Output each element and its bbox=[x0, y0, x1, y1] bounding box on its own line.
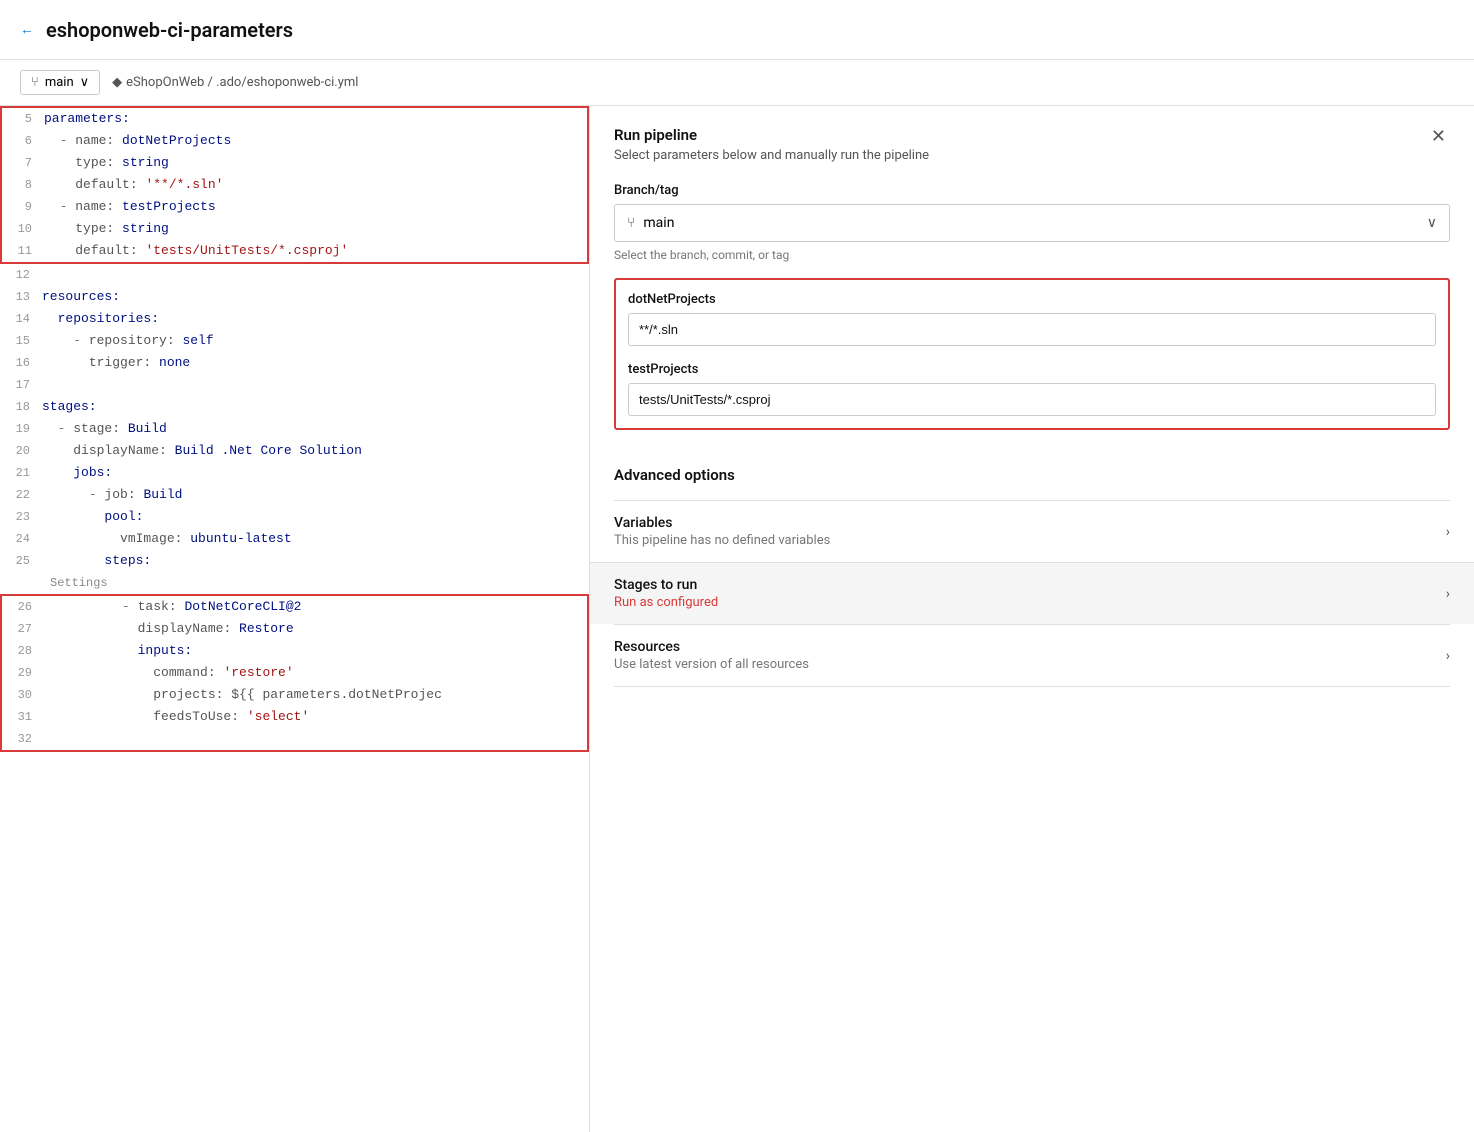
resources-label: Resources bbox=[614, 639, 809, 655]
stages-to-run-label: Stages to run bbox=[614, 577, 718, 593]
code-line: 30 projects: ${{ parameters.dotNetProjec bbox=[2, 684, 587, 706]
stages-to-run-option-row[interactable]: Stages to run Run as configured › bbox=[590, 562, 1474, 624]
main-layout: 5 parameters: 6 - name: dotNetProjects 7… bbox=[0, 106, 1474, 1132]
file-icon: ◆ bbox=[112, 75, 122, 90]
code-line: 26 - task: DotNetCoreCLI@2 bbox=[2, 596, 587, 618]
variables-label: Variables bbox=[614, 515, 830, 531]
variables-option-row[interactable]: Variables This pipeline has no defined v… bbox=[614, 500, 1450, 562]
code-line: 21 jobs: bbox=[0, 462, 589, 484]
branch-selector[interactable]: ⑂ main ∨ bbox=[20, 70, 100, 95]
stages-to-run-chevron-icon: › bbox=[1446, 586, 1450, 602]
code-line: 8 default: '**/*.sln' bbox=[2, 174, 587, 196]
code-pane: 5 parameters: 6 - name: dotNetProjects 7… bbox=[0, 106, 590, 1132]
params-section: dotNetProjects testProjects bbox=[614, 278, 1450, 430]
code-line: 28 inputs: bbox=[2, 640, 587, 662]
panel-title: Run pipeline bbox=[614, 126, 929, 144]
code-line: 11 default: 'tests/UnitTests/*.csproj' bbox=[2, 240, 587, 262]
code-line: 18 stages: bbox=[0, 396, 589, 418]
variables-chevron-icon: › bbox=[1446, 524, 1450, 540]
code-line: 24 vmImage: ubuntu-latest bbox=[0, 528, 589, 550]
branch-dropdown-icon: ⑂ bbox=[627, 215, 635, 231]
back-icon: ← bbox=[20, 21, 34, 38]
advanced-options-title: Advanced options bbox=[614, 466, 1450, 484]
code-line: 19 - stage: Build bbox=[0, 418, 589, 440]
branch-field-label: Branch/tag bbox=[614, 183, 1450, 198]
code-line: 31 feedsToUse: 'select' bbox=[2, 706, 587, 728]
dotnetprojects-input[interactable] bbox=[628, 313, 1436, 346]
inputs-highlight-block: 26 - task: DotNetCoreCLI@2 27 displayNam… bbox=[0, 594, 589, 752]
resources-chevron-icon: › bbox=[1446, 648, 1450, 664]
testprojects-label: testProjects bbox=[628, 362, 1436, 377]
chevron-down-icon: ∨ bbox=[80, 75, 90, 90]
branch-dropdown-value: main bbox=[643, 215, 674, 231]
variables-sublabel: This pipeline has no defined variables bbox=[614, 533, 830, 548]
close-button[interactable]: ✕ bbox=[1427, 126, 1450, 147]
resources-sublabel: Use latest version of all resources bbox=[614, 657, 809, 672]
right-panel: Run pipeline Select parameters below and… bbox=[590, 106, 1474, 1132]
code-line: 22 - job: Build bbox=[0, 484, 589, 506]
file-path: eShopOnWeb / .ado/eshoponweb-ci.yml bbox=[126, 75, 358, 90]
dotnetprojects-label: dotNetProjects bbox=[628, 292, 1436, 307]
code-line: 9 - name: testProjects bbox=[2, 196, 587, 218]
back-button[interactable]: ← bbox=[20, 21, 34, 38]
code-line: 23 pool: bbox=[0, 506, 589, 528]
code-line: 29 command: 'restore' bbox=[2, 662, 587, 684]
stages-to-run-sublabel: Run as configured bbox=[614, 595, 718, 610]
resources-option-row[interactable]: Resources Use latest version of all reso… bbox=[614, 624, 1450, 687]
code-line: 27 displayName: Restore bbox=[2, 618, 587, 640]
testprojects-input[interactable] bbox=[628, 383, 1436, 416]
settings-label: Settings bbox=[0, 572, 589, 594]
code-line: 25 steps: bbox=[0, 550, 589, 572]
code-line: 17 bbox=[0, 374, 589, 396]
page-title: eshoponweb-ci-parameters bbox=[46, 18, 293, 42]
branch-icon: ⑂ bbox=[31, 75, 39, 90]
code-line: 15 - repository: self bbox=[0, 330, 589, 352]
code-line: 20 displayName: Build .Net Core Solution bbox=[0, 440, 589, 462]
code-line: 13 resources: bbox=[0, 286, 589, 308]
chevron-down-icon: ∨ bbox=[1427, 215, 1437, 231]
code-line: 32 bbox=[2, 728, 587, 750]
params-highlight-block: 5 parameters: 6 - name: dotNetProjects 7… bbox=[0, 106, 589, 264]
file-breadcrumb: ◆ eShopOnWeb / .ado/eshoponweb-ci.yml bbox=[112, 75, 358, 90]
code-line: 10 type: string bbox=[2, 218, 587, 240]
panel-subtitle: Select parameters below and manually run… bbox=[614, 148, 929, 163]
code-line: 6 - name: dotNetProjects bbox=[2, 130, 587, 152]
code-line: 7 type: string bbox=[2, 152, 587, 174]
code-line: 14 repositories: bbox=[0, 308, 589, 330]
branch-dropdown[interactable]: ⑂ main ∨ bbox=[614, 204, 1450, 242]
code-line: 12 bbox=[0, 264, 589, 286]
branch-name: main bbox=[45, 75, 74, 90]
code-line: 16 trigger: none bbox=[0, 352, 589, 374]
toolbar: ⑂ main ∨ ◆ eShopOnWeb / .ado/eshoponweb-… bbox=[0, 60, 1474, 106]
code-line: 5 parameters: bbox=[2, 108, 587, 130]
branch-hint: Select the branch, commit, or tag bbox=[614, 248, 1450, 262]
header: ← eshoponweb-ci-parameters bbox=[0, 0, 1474, 60]
